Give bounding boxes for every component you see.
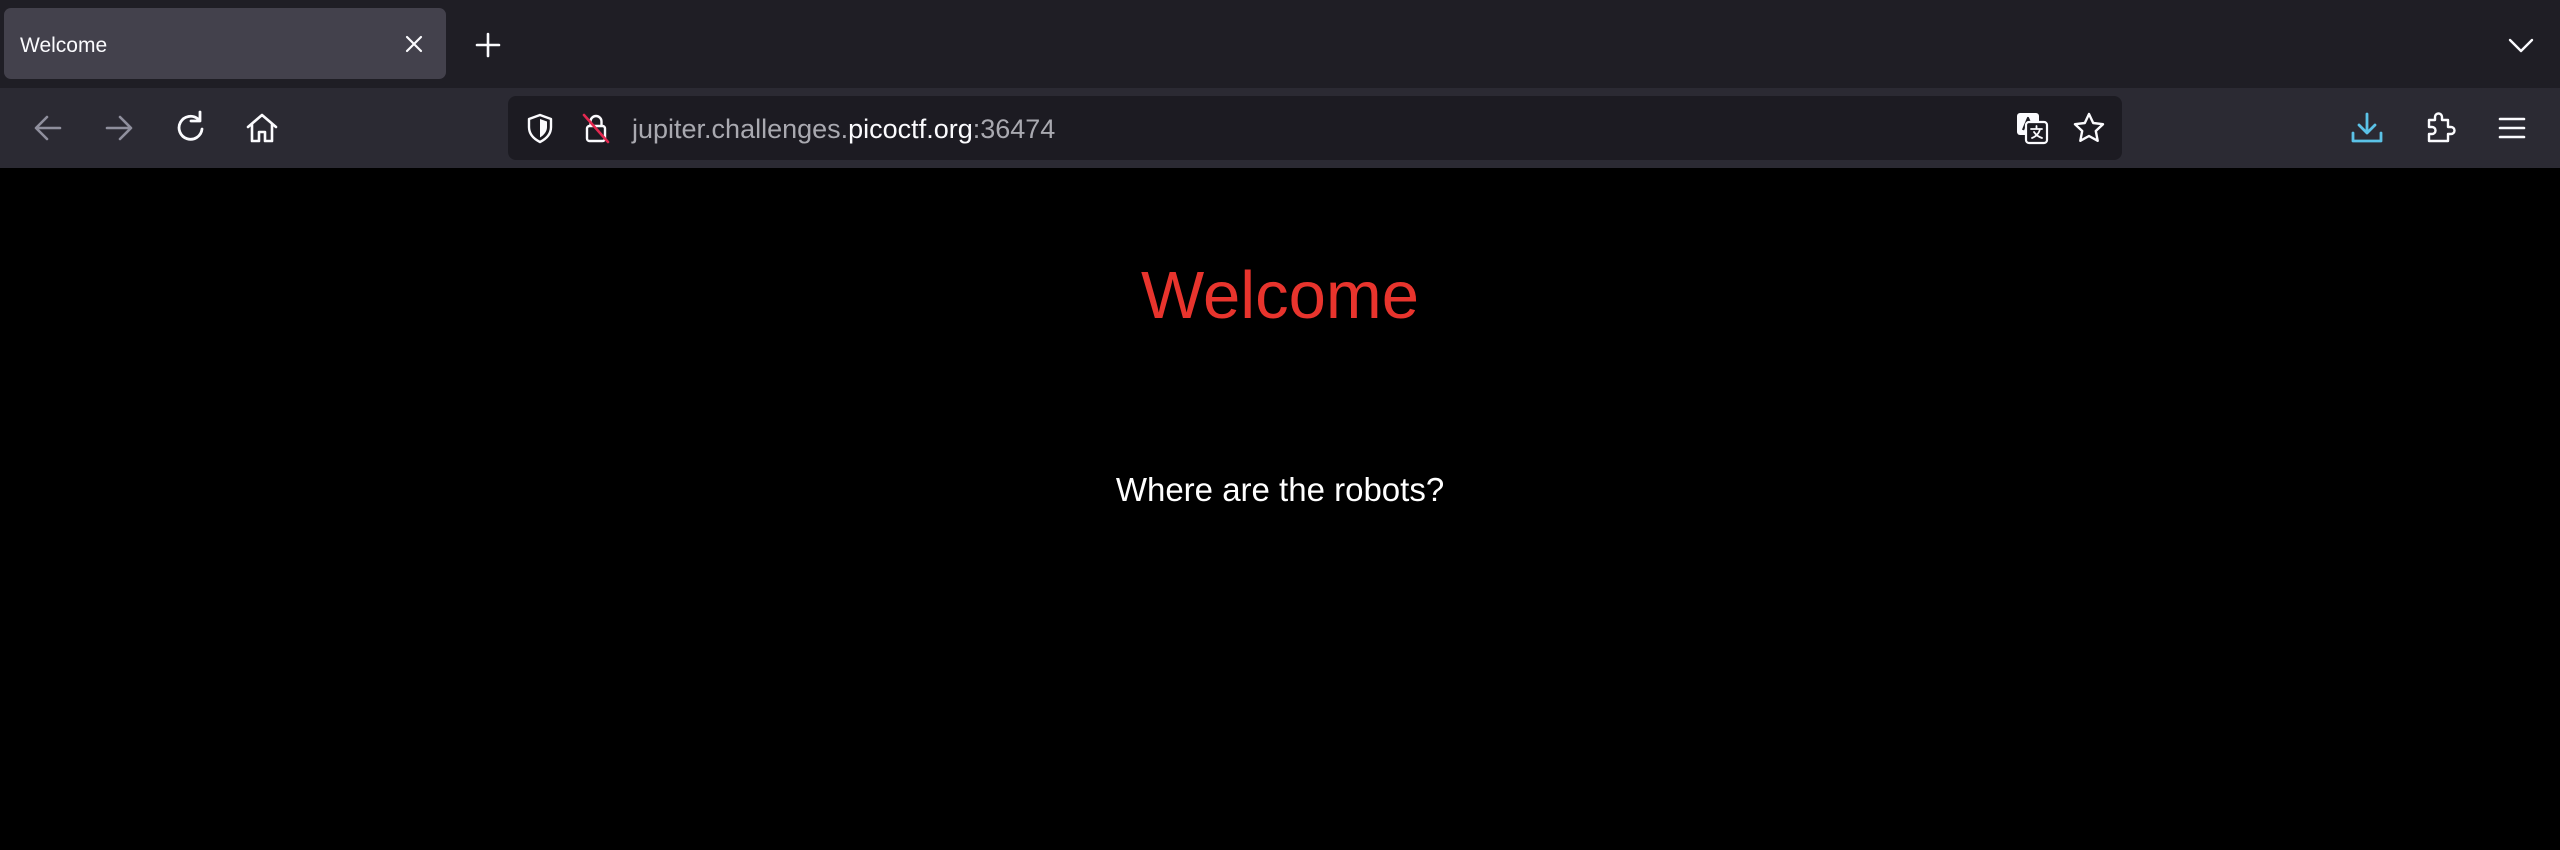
tab-title: Welcome (20, 34, 108, 57)
url-host: picoctf.org (848, 114, 973, 144)
tab-strip: Welcome (0, 0, 2560, 88)
url-text[interactable]: jupiter.challenges.picoctf.org:36474 (632, 96, 1055, 160)
lock-strikethrough-icon[interactable] (578, 110, 614, 146)
url-subdomain: jupiter.challenges. (632, 114, 849, 144)
close-icon[interactable] (398, 28, 430, 60)
navigation-toolbar: jupiter.challenges.picoctf.org:36474 (0, 88, 2560, 168)
download-icon[interactable] (2347, 108, 2387, 148)
arrow-right-icon[interactable] (99, 108, 139, 148)
page-heading: Welcome (1140, 258, 1419, 333)
page-content: Welcome Where are the robots? (0, 168, 2560, 850)
reload-icon[interactable] (171, 108, 211, 148)
address-bar[interactable]: jupiter.challenges.picoctf.org:36474 (508, 96, 2122, 160)
tab-welcome[interactable]: Welcome (4, 8, 446, 79)
plus-icon[interactable] (471, 28, 505, 62)
arrow-left-icon[interactable] (28, 108, 68, 148)
puzzle-icon[interactable] (2420, 108, 2460, 148)
home-icon[interactable] (242, 108, 282, 148)
translate-icon[interactable] (2014, 110, 2050, 146)
star-icon[interactable] (2071, 110, 2107, 146)
url-port: :36474 (972, 114, 1056, 144)
shield-icon[interactable] (522, 110, 558, 146)
page-text: Where are the robots? (1115, 471, 1445, 508)
chevron-down-icon[interactable] (2504, 28, 2538, 62)
hamburger-menu-icon[interactable] (2492, 108, 2532, 148)
